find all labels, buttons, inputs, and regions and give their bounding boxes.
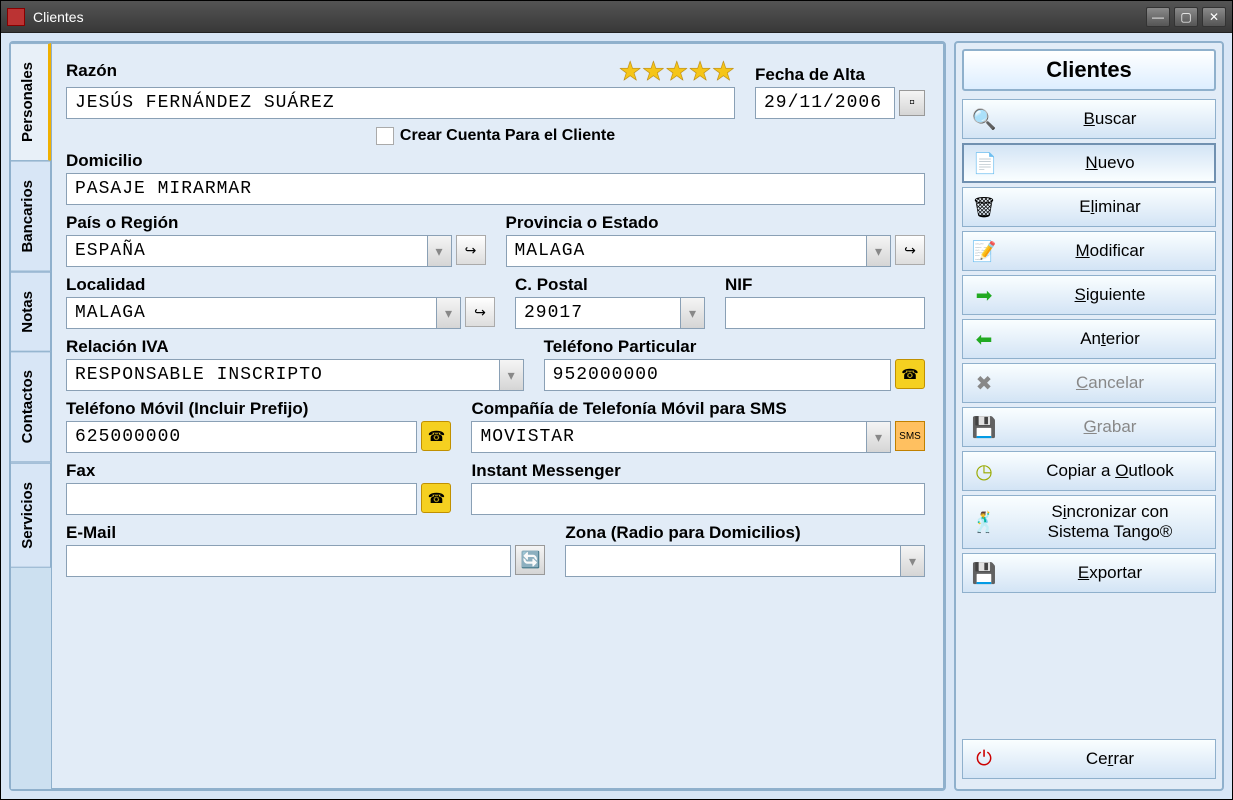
input-provincia[interactable]: MALAGA <box>506 235 868 267</box>
input-razon[interactable]: JESÚS FERNÁNDEZ SUÁREZ <box>66 87 735 119</box>
arrow-right-icon: ➡ <box>963 283 1005 308</box>
label-instant: Instant Messenger <box>471 461 925 481</box>
new-icon: 📄 <box>964 151 1006 176</box>
main-panel: Personales Bancarios Notas Contactos Ser… <box>9 41 946 791</box>
new-button[interactable]: 📄Nuevo <box>962 143 1216 183</box>
window-title: Clientes <box>33 9 1146 25</box>
outlook-icon: ◷ <box>963 459 1005 484</box>
search-button[interactable]: 🔍BBuscaruscar <box>962 99 1216 139</box>
dropdown-provincia[interactable]: ▾ <box>867 235 891 267</box>
label-crear-cuenta: Crear Cuenta Para el Cliente <box>400 127 615 145</box>
delete-button[interactable]: 🗑Eliminar <box>962 187 1216 227</box>
next-button[interactable]: ➡Siguiente <box>962 275 1216 315</box>
sms-icon: SMS <box>899 431 921 442</box>
app-icon <box>7 8 25 26</box>
email-sync-button[interactable]: 🔄 <box>515 545 545 575</box>
input-fax[interactable] <box>66 483 417 515</box>
fax-button[interactable]: ☎ <box>421 483 451 513</box>
tab-strip: Personales Bancarios Notas Contactos Ser… <box>11 43 51 789</box>
tab-contactos[interactable]: Contactos <box>11 351 51 462</box>
label-localidad: Localidad <box>66 275 495 295</box>
previous-button[interactable]: ⬅Anterior <box>962 319 1216 359</box>
sms-button[interactable]: SMS <box>895 421 925 451</box>
dropdown-zona[interactable]: ▾ <box>901 545 925 577</box>
modify-button[interactable]: 📝Modificar <box>962 231 1216 271</box>
lookup-provincia-button[interactable]: ↪ <box>895 235 925 265</box>
tango-icon: 🕺 <box>963 510 1005 535</box>
arrow-left-icon: ⬅ <box>963 327 1005 352</box>
input-domicilio[interactable]: PASAJE MIRARMAR <box>66 173 925 205</box>
date-picker-button[interactable]: ▫ <box>899 90 925 116</box>
phone-icon: ☎ <box>428 490 445 507</box>
dropdown-cpostal[interactable]: ▾ <box>681 297 705 329</box>
input-instant[interactable] <box>471 483 925 515</box>
label-tel-movil: Teléfono Móvil (Incluir Prefijo) <box>66 399 451 419</box>
label-fecha-alta: Fecha de Alta <box>755 65 925 85</box>
titlebar: Clientes — ▢ ✕ <box>1 1 1232 33</box>
phone-icon: ☎ <box>428 428 445 445</box>
dropdown-compania[interactable]: ▾ <box>867 421 891 453</box>
sidebar-title: Clientes <box>962 49 1216 91</box>
action-sidebar: Clientes 🔍BBuscaruscar 📄Nuevo 🗑Eliminar … <box>954 41 1224 791</box>
input-compania[interactable]: MOVISTAR <box>471 421 867 453</box>
label-compania: Compañía de Telefonía Móvil para SMS <box>471 399 925 419</box>
close-button[interactable]: ⏻Cerrar <box>962 739 1216 779</box>
cancel-button[interactable]: ✖Cancelar <box>962 363 1216 403</box>
input-zona[interactable] <box>565 545 901 577</box>
maximize-button[interactable]: ▢ <box>1174 7 1198 27</box>
dropdown-localidad[interactable]: ▾ <box>437 297 461 329</box>
input-cpostal[interactable]: 29017 <box>515 297 681 329</box>
delete-icon: 🗑 <box>963 195 1005 220</box>
edit-icon: 📝 <box>963 239 1005 264</box>
export-button[interactable]: 💾Exportar <box>962 553 1216 593</box>
label-cpostal: C. Postal <box>515 275 705 295</box>
input-email[interactable] <box>66 545 511 577</box>
label-pais: País o Región <box>66 213 486 233</box>
rating-stars[interactable]: ★★★★★ <box>618 56 735 87</box>
lookup-pais-button[interactable]: ↪ <box>456 235 486 265</box>
label-zona: Zona (Radio para Domicilios) <box>565 523 925 543</box>
label-domicilio: Domicilio <box>66 151 925 171</box>
input-tel-movil[interactable]: 625000000 <box>66 421 417 453</box>
call-particular-button[interactable]: ☎ <box>895 359 925 389</box>
label-tel-particular: Teléfono Particular <box>544 337 925 357</box>
tab-servicios[interactable]: Servicios <box>11 463 51 568</box>
phone-icon: ☎ <box>901 366 918 383</box>
dropdown-pais[interactable]: ▾ <box>428 235 452 267</box>
copy-outlook-button[interactable]: ◷Copiar a Outlook <box>962 451 1216 491</box>
save-button[interactable]: 💾Grabar <box>962 407 1216 447</box>
label-nif: NIF <box>725 275 925 295</box>
sync-tango-button[interactable]: 🕺Sincronizar conSistema Tango® <box>962 495 1216 549</box>
input-localidad[interactable]: MALAGA <box>66 297 437 329</box>
form-content: Razón ★★★★★ JESÚS FERNÁNDEZ SUÁREZ Fecha… <box>51 43 944 789</box>
tab-personales[interactable]: Personales <box>11 43 51 161</box>
power-icon: ⏻ <box>963 748 1005 771</box>
search-icon: 🔍 <box>963 107 1005 132</box>
tab-bancarios[interactable]: Bancarios <box>11 161 51 272</box>
minimize-button[interactable]: — <box>1146 7 1170 27</box>
label-provincia: Provincia o Estado <box>506 213 926 233</box>
close-window-button[interactable]: ✕ <box>1202 7 1226 27</box>
call-movil-button[interactable]: ☎ <box>421 421 451 451</box>
label-relacion-iva: Relación IVA <box>66 337 524 357</box>
lookup-localidad-button[interactable]: ↪ <box>465 297 495 327</box>
sync-icon: 🔄 <box>520 550 540 570</box>
input-tel-particular[interactable]: 952000000 <box>544 359 891 391</box>
save-icon: 💾 <box>963 415 1005 440</box>
label-email: E-Mail <box>66 523 545 543</box>
cancel-icon: ✖ <box>963 371 1005 396</box>
tab-notas[interactable]: Notas <box>11 272 51 352</box>
input-pais[interactable]: ESPAÑA <box>66 235 428 267</box>
export-icon: 💾 <box>963 561 1005 586</box>
checkbox-crear-cuenta[interactable] <box>376 127 394 145</box>
input-nif[interactable] <box>725 297 925 329</box>
input-relacion-iva[interactable]: RESPONSABLE INSCRIPTO <box>66 359 500 391</box>
input-fecha-alta[interactable]: 29/11/2006 <box>755 87 895 119</box>
label-razon: Razón <box>66 61 117 81</box>
label-fax: Fax <box>66 461 451 481</box>
dropdown-relacion-iva[interactable]: ▾ <box>500 359 524 391</box>
